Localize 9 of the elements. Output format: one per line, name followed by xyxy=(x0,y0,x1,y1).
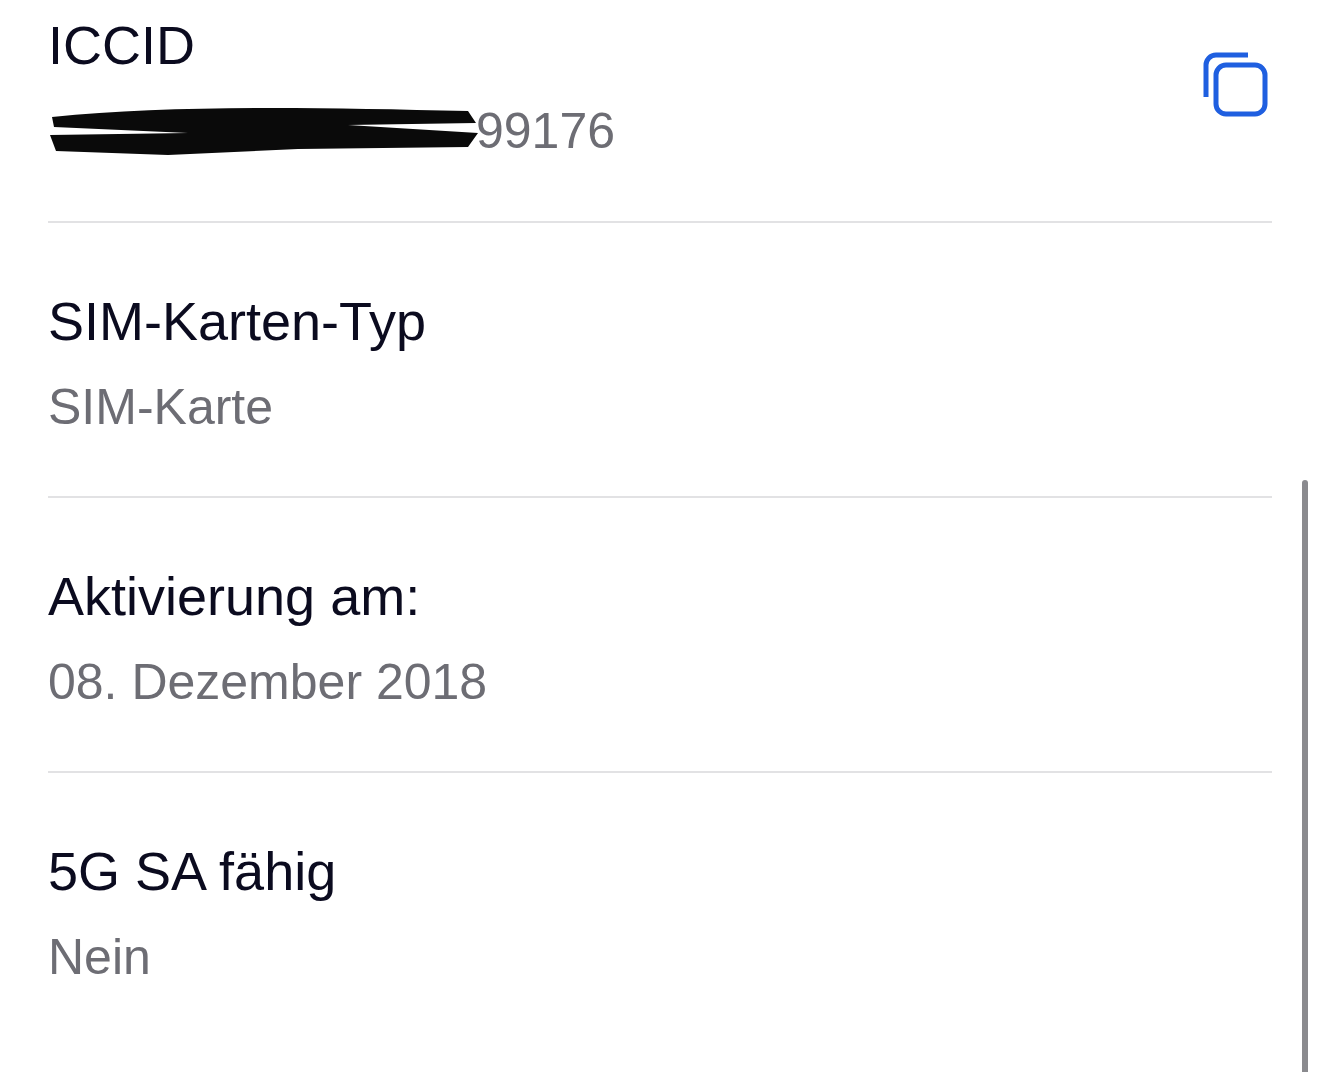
field-value: SIM-Karte xyxy=(48,378,274,437)
field-value: Nein xyxy=(48,928,151,987)
field-value: 99176 xyxy=(476,102,616,161)
field-label: Aktivierung am: xyxy=(48,565,422,628)
copy-icon[interactable] xyxy=(1202,51,1268,117)
field-value: 08. Dezember 2018 xyxy=(48,653,488,712)
field-label: 5G SA fähig xyxy=(48,840,337,903)
field-label: ICCID xyxy=(48,14,196,77)
field-label: SIM-Karten-Typ xyxy=(48,290,427,353)
